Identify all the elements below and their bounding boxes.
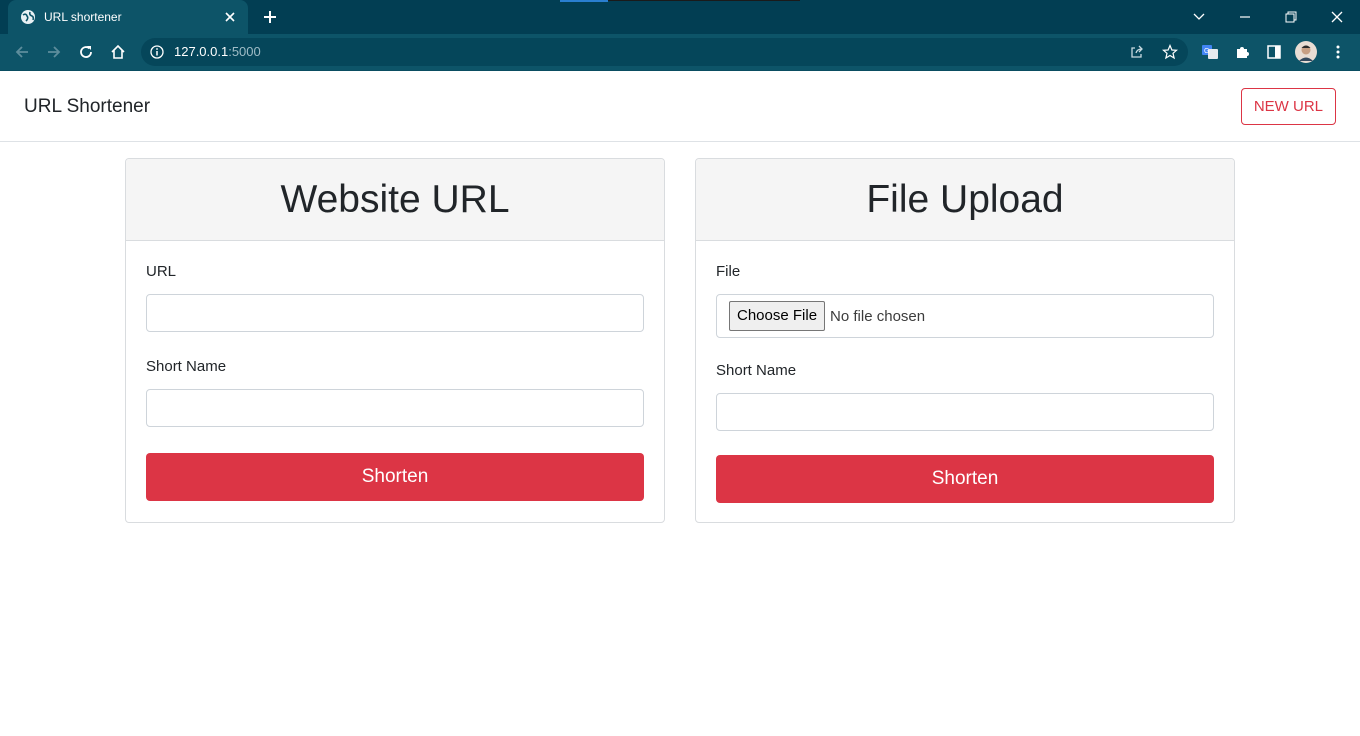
tab-strip-indicator [560,0,608,2]
address-bar[interactable]: 127.0.0.1:5000 [141,38,1188,66]
short-name-form-group: Short Name [146,358,644,427]
url-form-group: URL [146,263,644,332]
close-icon[interactable] [222,9,238,25]
choose-file-button[interactable]: Choose File [729,301,826,331]
plus-icon[interactable] [260,7,280,27]
avatar[interactable] [1294,40,1318,64]
card-header: Website URL [126,159,664,241]
minimize-icon[interactable] [1233,5,1257,29]
chevron-down-icon[interactable] [1187,5,1211,29]
navbar-brand[interactable]: URL Shortener [24,96,150,118]
kebab-menu-icon[interactable] [1326,40,1350,64]
url-host: 127.0.0.1 [174,44,229,59]
svg-text:G: G [1204,48,1209,55]
puzzle-icon[interactable] [1230,40,1254,64]
file-status-text: No file chosen [830,307,926,325]
browser-tab[interactable]: URL shortener [8,0,248,34]
short-name-label: Short Name [716,362,797,379]
short-name-input[interactable] [146,389,644,427]
short-name-input[interactable] [716,393,1214,431]
shorten-file-button[interactable]: Shorten [716,455,1214,503]
navbar: URL Shortener NEW URL [0,71,1360,142]
card-title: Website URL [280,177,510,221]
back-icon[interactable] [10,40,34,64]
url-port: :5000 [228,44,261,59]
url-label: URL [146,263,177,280]
short-name-label: Short Name [146,358,227,375]
tab-strip-divider [608,0,800,1]
browser-titlebar: URL shortener [0,0,1360,34]
website-url-card: Website URL URL Short Name Shorten [125,158,665,523]
card-title: File Upload [866,177,1064,221]
shorten-url-button[interactable]: Shorten [146,453,644,501]
card-body: File Choose File No file chosen Short Na… [696,241,1234,503]
short-name-form-group: Short Name [716,362,1214,431]
translate-icon[interactable]: G [1198,40,1222,64]
new-url-button[interactable]: NEW URL [1240,88,1336,125]
card-body: URL Short Name Shorten [126,241,664,501]
info-icon[interactable] [149,44,165,60]
address-text[interactable]: 127.0.0.1:5000 [174,44,261,59]
file-form-group: File Choose File No file chosen [716,263,1214,338]
tab-title: URL shortener [44,10,122,24]
file-input[interactable]: Choose File No file chosen [716,294,1214,338]
restore-icon[interactable] [1279,5,1303,29]
url-input[interactable] [146,294,644,332]
home-icon[interactable] [106,40,130,64]
forward-icon[interactable] [42,40,66,64]
file-upload-card: File Upload File Choose File No file cho… [695,158,1235,523]
sidepanel-icon[interactable] [1262,40,1286,64]
browser-toolbar: 127.0.0.1:5000 G [0,34,1360,70]
share-icon[interactable] [1129,44,1145,60]
reload-icon[interactable] [74,40,98,64]
star-icon[interactable] [1162,44,1178,60]
file-label: File [716,263,741,280]
globe-icon [20,9,36,25]
close-window-icon[interactable] [1325,5,1349,29]
card-header: File Upload [696,159,1234,241]
